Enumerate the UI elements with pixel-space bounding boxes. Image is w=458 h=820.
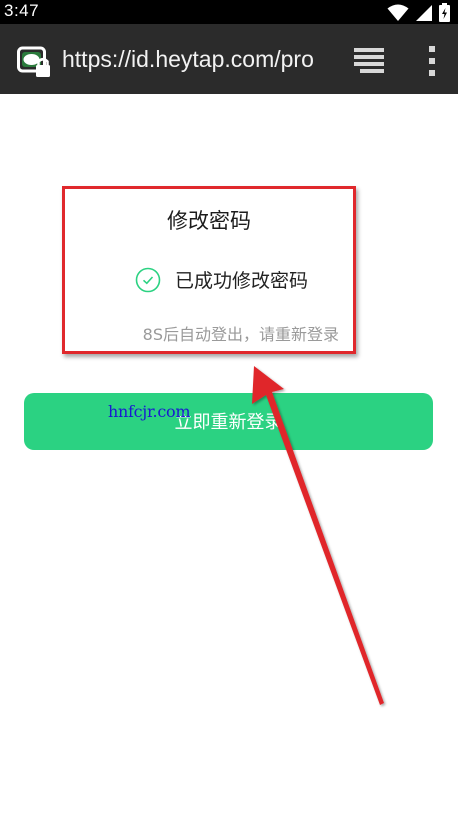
- password-changed-dialog: 修改密码 已成功修改密码 8S后自动登出，请重新登录: [62, 186, 356, 354]
- auto-logout-hint: 8S后自动登出，请重新登录: [142, 325, 339, 344]
- status-bar: 3:47: [0, 0, 458, 24]
- success-message: 已成功修改密码: [175, 270, 309, 292]
- battery-icon: [439, 3, 450, 22]
- cellular-signal-icon: [416, 4, 432, 21]
- url-text[interactable]: https://id.heytap.com/pro: [62, 46, 326, 73]
- success-row: 已成功修改密码: [135, 266, 308, 293]
- overflow-menu-icon[interactable]: [422, 44, 442, 78]
- check-circle-icon: [135, 267, 161, 292]
- tabs-switcher-icon[interactable]: [352, 45, 386, 75]
- site-lock-icon[interactable]: [17, 45, 51, 79]
- relogin-button[interactable]: 立即重新登录: [24, 393, 433, 450]
- wifi-icon: [387, 4, 409, 21]
- watermark: hnfcjr.com: [108, 402, 191, 421]
- browser-url-bar: https://id.heytap.com/pro: [0, 24, 458, 94]
- dialog-title: 修改密码: [167, 209, 251, 233]
- status-time: 3:47: [4, 1, 40, 20]
- status-icons: [387, 3, 450, 22]
